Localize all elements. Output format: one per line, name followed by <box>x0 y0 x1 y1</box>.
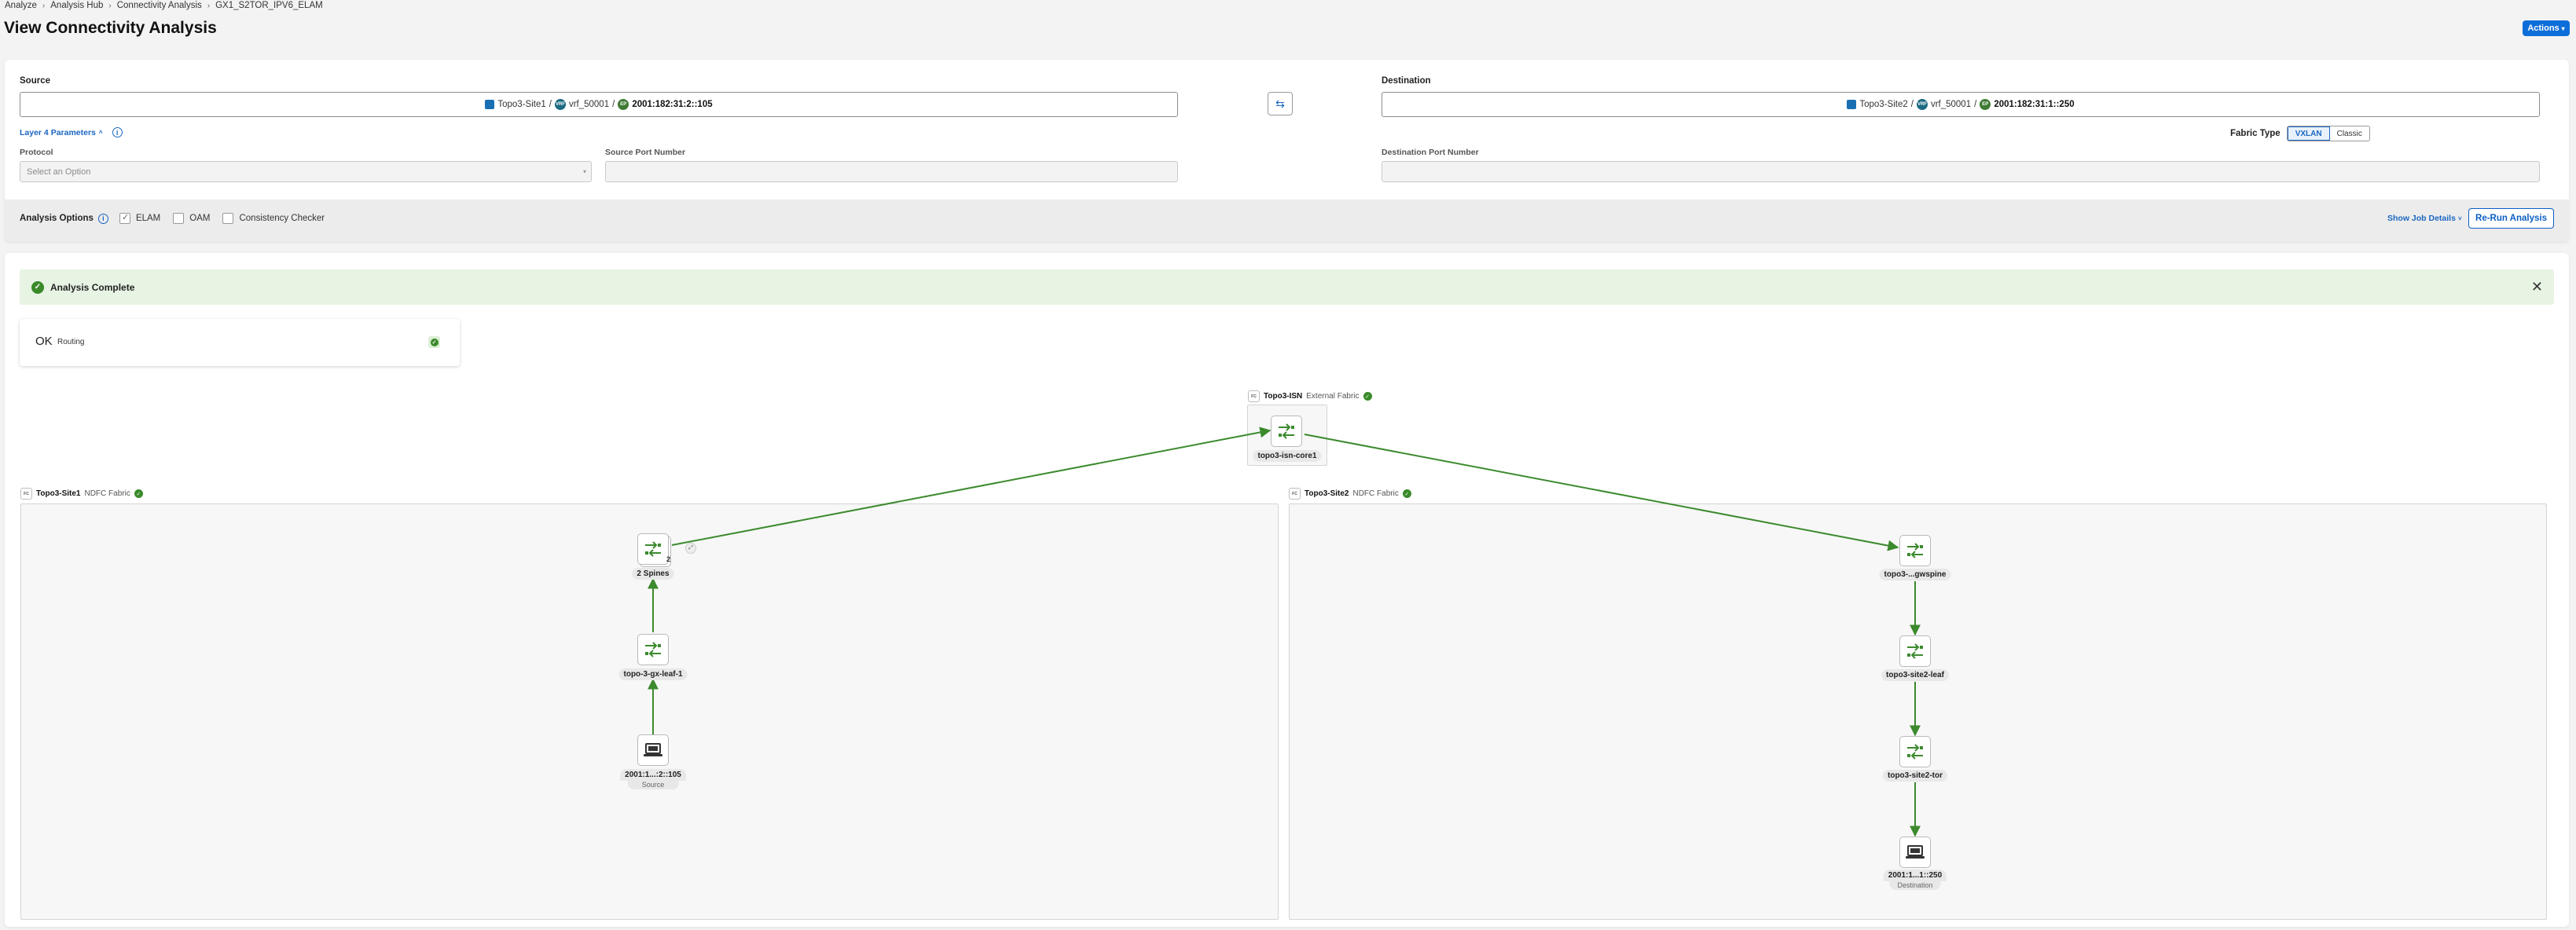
site1-spines-node[interactable] <box>637 533 669 565</box>
switch-icon <box>1907 543 1923 558</box>
isn-core-node[interactable] <box>1271 416 1302 447</box>
expand-icon[interactable]: ⤢ <box>685 543 696 554</box>
link-spines-to-isn <box>671 427 1271 546</box>
site2-leaf-label: topo3-site2-leaf <box>1881 669 1949 681</box>
laptop-icon <box>1906 845 1925 859</box>
site2-tor-node[interactable] <box>1899 736 1931 767</box>
site2-gwspine-node[interactable] <box>1899 535 1931 566</box>
site1-spines-label: 2 Spines <box>632 568 674 580</box>
link-isn-to-gwspine <box>1304 434 1899 551</box>
destination-endpoint-label: 2001:1...1::250 <box>1883 870 1947 881</box>
site1-leaf-node[interactable] <box>637 634 669 665</box>
switch-icon <box>1279 423 1294 439</box>
source-endpoint-label: 2001:1...:2::105 <box>620 769 686 781</box>
switch-icon <box>1907 643 1923 659</box>
site2-gwspine-label: topo3-...gwspine <box>1879 569 1951 580</box>
source-endpoint-role: Source <box>627 780 679 789</box>
spines-count-badge: 2 <box>666 555 671 564</box>
site2-tor-label: topo3-site2-tor <box>1883 770 1947 782</box>
topology-links <box>648 427 1921 837</box>
site1-leaf-label: topo-3-gx-leaf-1 <box>618 668 688 680</box>
source-endpoint-node[interactable] <box>637 734 669 766</box>
switch-icon <box>645 541 661 557</box>
destination-endpoint-node[interactable] <box>1899 837 1931 868</box>
switch-icon <box>645 642 661 657</box>
site2-leaf-node[interactable] <box>1899 635 1931 667</box>
laptop-icon <box>644 743 662 756</box>
isn-core-label: topo3-isn-core1 <box>1253 450 1322 462</box>
switch-icon <box>1907 744 1923 760</box>
destination-endpoint-role: Destination <box>1889 881 1941 890</box>
